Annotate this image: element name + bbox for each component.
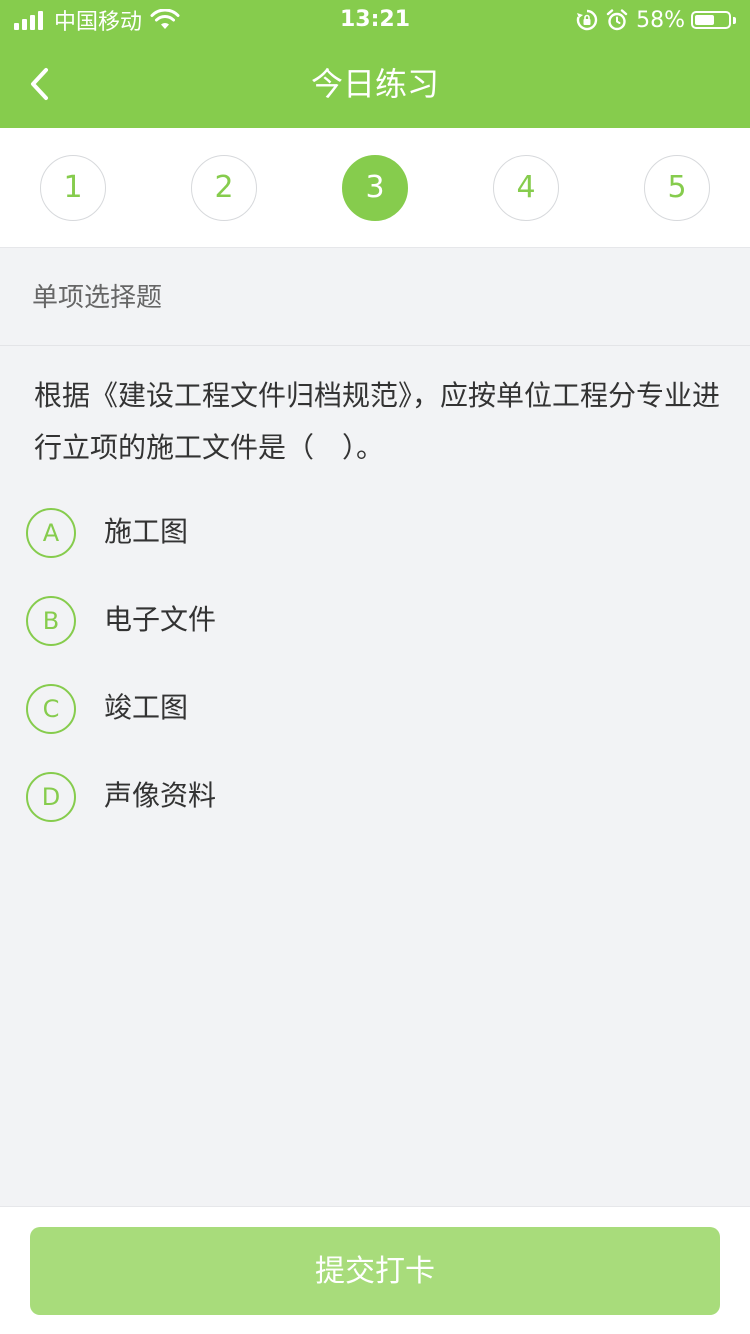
option-letter-badge: B	[26, 596, 76, 646]
option-label: 竣工图	[104, 691, 189, 724]
status-right: 58%	[576, 6, 736, 34]
question-type-label: 单项选择题	[32, 283, 163, 313]
question-stepper: 1 2 3 4 5	[0, 128, 750, 248]
status-bar: 中国移动 13:21 58%	[0, 0, 750, 40]
option-letter-badge: D	[26, 772, 76, 822]
step-2[interactable]: 2	[191, 155, 257, 221]
option-b[interactable]: B 电子文件	[0, 574, 750, 662]
option-label: 声像资料	[104, 779, 217, 812]
question-type-header: 单项选择题	[0, 248, 750, 346]
option-letter-badge: C	[26, 684, 76, 734]
question-text: 根据《建设工程文件归档规范》，应按单位工程分专业进行立项的施工文件是（ ）。	[34, 379, 721, 464]
option-letter-badge: A	[26, 508, 76, 558]
step-3[interactable]: 3	[342, 155, 408, 221]
battery-nub	[733, 16, 736, 24]
alarm-icon	[606, 9, 628, 31]
header: 中国移动 13:21 58% 今日练习	[0, 0, 750, 128]
submit-checkin-button[interactable]: 提交打卡	[30, 1227, 720, 1315]
option-c[interactable]: C 竣工图	[0, 662, 750, 750]
option-label: 电子文件	[104, 603, 217, 636]
step-1[interactable]: 1	[40, 155, 106, 221]
step-5[interactable]: 5	[644, 155, 710, 221]
page-title: 今日练习	[310, 65, 439, 103]
battery-percent: 58%	[636, 7, 685, 33]
battery-icon	[691, 11, 731, 29]
nav-bar: 今日练习	[0, 40, 750, 128]
step-4[interactable]: 4	[493, 155, 559, 221]
option-d[interactable]: D 声像资料	[0, 750, 750, 838]
option-a[interactable]: A 施工图	[0, 486, 750, 574]
rotation-lock-icon	[576, 9, 598, 31]
option-label: 施工图	[104, 515, 189, 548]
battery-level	[695, 15, 714, 25]
bottom-bar: 提交打卡	[0, 1206, 750, 1334]
